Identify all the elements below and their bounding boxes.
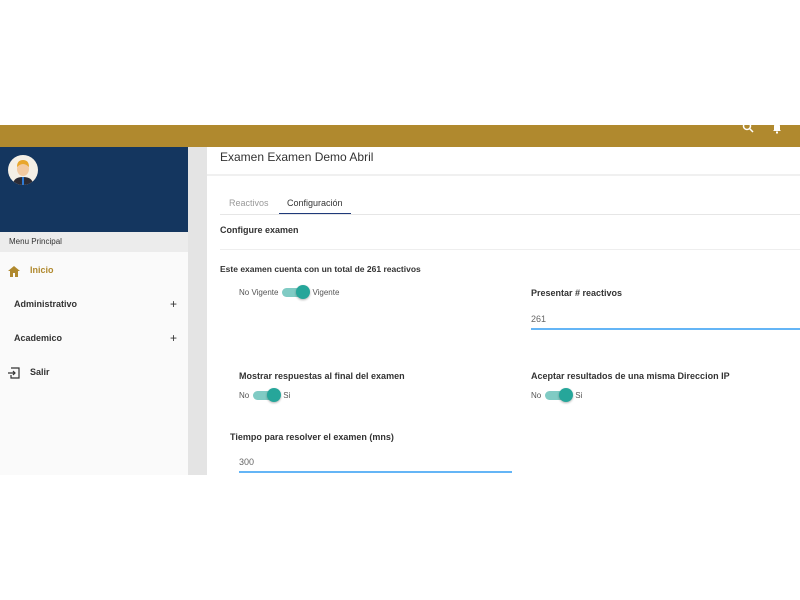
toggle-on-label: Si	[283, 391, 291, 400]
bell-icon[interactable]	[772, 121, 782, 139]
toggle-off-label: No	[239, 391, 250, 400]
tiempo-input[interactable]: 300	[239, 457, 512, 473]
vigente-toggle[interactable]	[282, 285, 311, 300]
tiempo-label: Tiempo para resolver el examen (mns)	[230, 432, 394, 442]
sidebar-item-academico[interactable]: Academico +	[0, 328, 188, 348]
summary-text: Este examen cuenta con un total de 261 r…	[220, 264, 421, 274]
toggle-on-label: Si	[575, 391, 583, 400]
section-title: Configure examen	[220, 225, 299, 235]
sidebar-item-salir[interactable]: Salir	[0, 362, 188, 382]
presentar-input[interactable]: 261	[531, 314, 800, 330]
tab-configuracion[interactable]: Configuración	[279, 198, 351, 215]
profile-panel	[0, 147, 188, 232]
toggle-off-label: No Vigente	[239, 288, 279, 297]
sidebar-item-label: Salir	[30, 367, 50, 377]
aceptar-label: Aceptar resultados de una misma Direccio…	[531, 371, 730, 381]
presentar-label: Presentar # reactivos	[531, 288, 623, 298]
sidebar-item-administrativo[interactable]: Administrativo +	[0, 294, 188, 314]
divider	[207, 174, 800, 176]
mostrar-label: Mostrar respuestas al final del examen	[239, 371, 405, 381]
sidebar-item-label: Inicio	[30, 265, 54, 275]
sidebar-item-inicio[interactable]: Inicio	[0, 260, 188, 280]
content-gutter	[188, 147, 207, 475]
sidebar: Menu Principal Inicio Administrativo + A…	[0, 147, 188, 475]
menu-header: Menu Principal	[0, 232, 188, 252]
logout-icon	[8, 366, 20, 386]
toggle-off-label: No	[531, 391, 542, 400]
plus-icon[interactable]: +	[170, 328, 177, 348]
home-icon	[8, 264, 20, 284]
mostrar-toggle[interactable]	[253, 388, 282, 403]
mostrar-toggle-row: No Si	[239, 388, 291, 403]
aceptar-toggle[interactable]	[545, 388, 574, 403]
main-content: Examen Examen Demo Abril Reactivos Confi…	[207, 147, 800, 475]
tab-reactivos[interactable]: Reactivos	[229, 198, 269, 208]
top-app-bar	[0, 121, 800, 147]
avatar	[8, 155, 38, 185]
page-title: Examen Examen Demo Abril	[220, 150, 374, 164]
vigente-toggle-row: No Vigente Vigente	[239, 285, 340, 300]
aceptar-toggle-row: No Si	[531, 388, 583, 403]
divider	[220, 214, 800, 215]
toggle-on-label: Vigente	[312, 288, 340, 297]
plus-icon[interactable]: +	[170, 294, 177, 314]
sidebar-item-label: Administrativo	[14, 299, 78, 309]
divider	[220, 249, 800, 250]
search-icon[interactable]	[742, 121, 754, 133]
sidebar-item-label: Academico	[14, 333, 63, 343]
